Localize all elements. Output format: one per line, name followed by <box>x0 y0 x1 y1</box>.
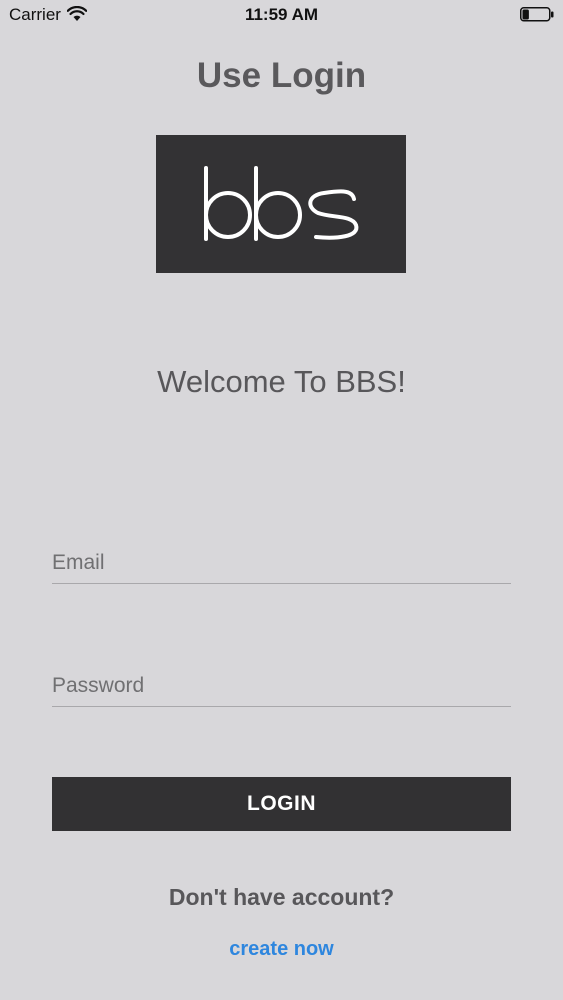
battery-icon <box>520 7 555 22</box>
no-account-prompt: Don't have account? <box>168 884 395 910</box>
password-input[interactable] <box>52 666 511 706</box>
create-account-link[interactable]: create now <box>0 938 563 961</box>
status-bar: Carrier 11:59 AM <box>0 0 563 30</box>
page-title: Use Login <box>196 56 367 95</box>
password-field[interactable] <box>52 666 511 707</box>
bbs-logo <box>156 135 406 273</box>
email-field[interactable] <box>52 543 511 584</box>
login-button[interactable]: LOGIN <box>52 777 511 831</box>
welcome-message: Welcome To BBS! <box>157 364 406 399</box>
clock: 11:59 AM <box>244 5 319 24</box>
email-input[interactable] <box>52 543 511 583</box>
